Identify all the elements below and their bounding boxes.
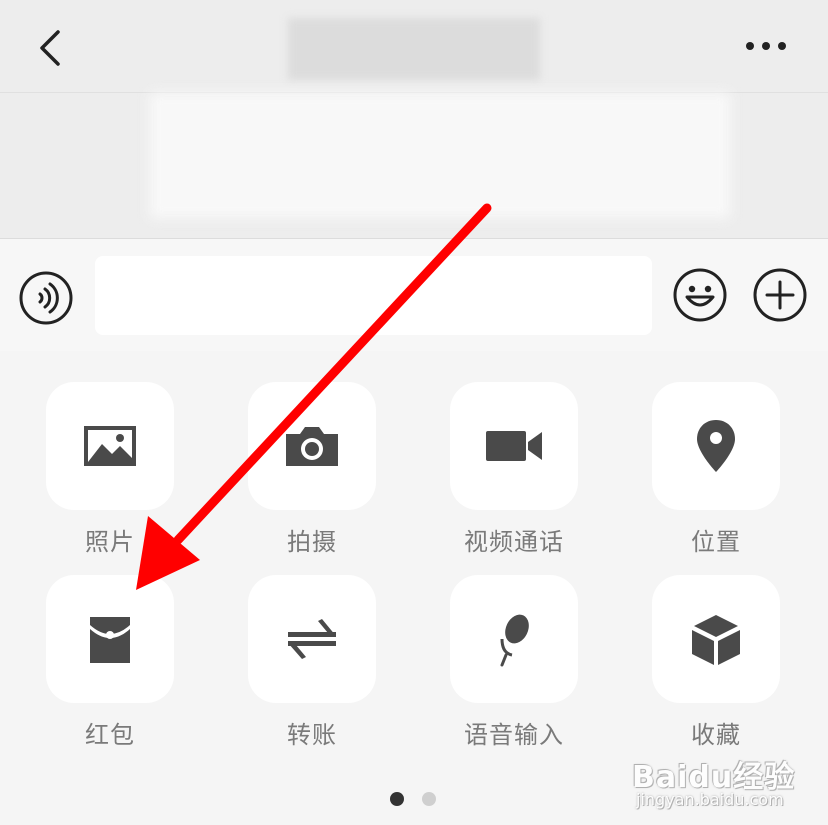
voice-mode-icon[interactable] bbox=[18, 270, 74, 326]
photo-tile[interactable] bbox=[46, 382, 174, 510]
favorites-cube-icon bbox=[692, 615, 740, 665]
blurred-message bbox=[150, 93, 730, 218]
favorites-tile[interactable] bbox=[652, 575, 780, 703]
camera-label: 拍摄 bbox=[287, 529, 337, 556]
red-packet-tile[interactable] bbox=[46, 575, 174, 703]
plus-circle-icon[interactable] bbox=[752, 267, 808, 323]
more-dots-icon[interactable] bbox=[744, 36, 788, 56]
camera-icon bbox=[286, 427, 338, 466]
microphone-icon bbox=[500, 614, 529, 667]
location-label: 位置 bbox=[691, 529, 741, 556]
camera-tile[interactable] bbox=[248, 382, 376, 510]
red-packet-icon bbox=[90, 617, 130, 663]
transfer-label: 转账 bbox=[287, 722, 337, 749]
photo-label: 照片 bbox=[85, 529, 135, 556]
voice-input-label: 语音输入 bbox=[464, 722, 564, 749]
video-call-label: 视频通话 bbox=[464, 529, 564, 556]
navigation-bar bbox=[0, 0, 828, 93]
chat-title bbox=[288, 18, 540, 80]
page-dot-active[interactable] bbox=[390, 792, 404, 806]
chat-message-area bbox=[0, 93, 828, 238]
page-dot-inactive[interactable] bbox=[422, 792, 436, 806]
location-tile[interactable] bbox=[652, 382, 780, 510]
baidu-jingyan-watermark: Baidu经验 jingyan.baidu.com bbox=[632, 752, 802, 812]
smiley-icon[interactable] bbox=[672, 267, 728, 323]
video-call-tile[interactable] bbox=[450, 382, 578, 510]
watermark-sub-text: jingyan.baidu.com bbox=[636, 790, 784, 809]
transfer-icon bbox=[288, 619, 336, 659]
voice-input-tile[interactable] bbox=[450, 575, 578, 703]
photo-icon bbox=[84, 426, 136, 466]
location-pin-icon bbox=[697, 420, 735, 472]
favorites-label: 收藏 bbox=[691, 722, 741, 749]
transfer-tile[interactable] bbox=[248, 575, 376, 703]
red-packet-label: 红包 bbox=[85, 722, 135, 749]
chevron-left-icon[interactable] bbox=[34, 28, 66, 68]
message-input[interactable] bbox=[95, 256, 652, 335]
video-call-icon bbox=[486, 431, 542, 461]
